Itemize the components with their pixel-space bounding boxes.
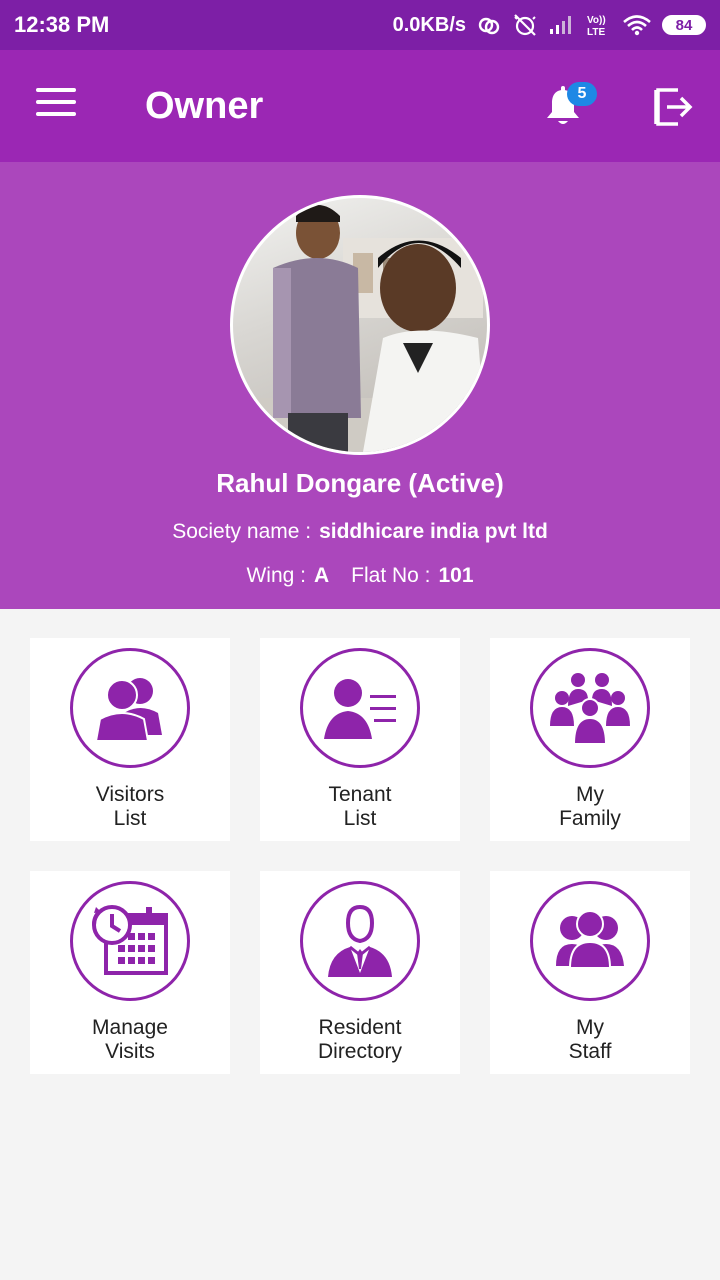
resident-icon xyxy=(300,881,420,1001)
svg-text:Vo)): Vo)) xyxy=(587,15,606,26)
visitors-list-tile[interactable]: Visitors List xyxy=(30,638,230,841)
tile-label-line2: Staff xyxy=(568,1040,612,1063)
tile-label-line1: Tenant xyxy=(328,783,392,806)
hotspot-icon xyxy=(478,17,500,35)
volte-icon: Vo)) LTE xyxy=(587,15,606,37)
tenant-list-icon xyxy=(300,648,420,768)
society-label: Society name : xyxy=(172,520,312,543)
tile-label-line1: Resident xyxy=(318,1016,402,1039)
tile-label-line2: List xyxy=(113,807,147,830)
wing-flat-line: Wing : A Flat No : 101 xyxy=(0,564,720,588)
logout-icon[interactable] xyxy=(652,86,694,128)
signal-icon xyxy=(550,16,571,34)
manage-visits-tile[interactable]: Manage Visits xyxy=(30,871,230,1074)
svg-text:LTE: LTE xyxy=(587,27,605,37)
tile-label-line2: List xyxy=(343,807,377,830)
app-bar: Owner 5 xyxy=(0,50,720,162)
staff-icon xyxy=(530,881,650,1001)
status-bar: 12:38 PM 0.0KB/s Vo)) LTE 84 xyxy=(0,0,720,50)
society-line: Society name : siddhicare india pvt ltd xyxy=(0,520,720,544)
visitors-icon xyxy=(70,648,190,768)
wing-value: A xyxy=(313,564,330,587)
status-time: 12:38 PM xyxy=(14,12,110,37)
tile-label-line1: Visitors xyxy=(95,783,165,806)
menu-icon[interactable] xyxy=(36,88,76,122)
tile-label-line1: Manage xyxy=(92,1016,168,1039)
calendar-clock-icon xyxy=(70,881,190,1001)
family-icon xyxy=(530,648,650,768)
tile-label-line1: My xyxy=(576,783,604,806)
flat-label: Flat No : xyxy=(351,564,431,587)
tile-label-line2: Family xyxy=(559,807,621,830)
flat-value: 101 xyxy=(438,564,474,587)
alarm-off-icon xyxy=(514,14,536,36)
wifi-icon xyxy=(623,15,651,36)
my-family-tile[interactable]: My Family xyxy=(490,638,690,841)
resident-directory-tile[interactable]: Resident Directory xyxy=(260,871,460,1074)
tile-label-line1: My xyxy=(576,1016,604,1039)
profile-name: Rahul Dongare (Active) xyxy=(216,468,504,498)
tenant-list-tile[interactable]: Tenant List xyxy=(260,638,460,841)
profile-header: Rahul Dongare (Active) Society name : sid… xyxy=(0,162,720,609)
avatar[interactable] xyxy=(230,195,490,455)
wing-label: Wing : xyxy=(246,564,306,587)
battery-icon: 84 xyxy=(662,15,706,35)
notification-badge: 5 xyxy=(567,82,597,106)
society-value: siddhicare india pvt ltd xyxy=(319,520,548,543)
my-staff-tile[interactable]: My Staff xyxy=(490,871,690,1074)
network-speed: 0.0KB/s xyxy=(392,13,466,36)
tile-label-line2: Visits xyxy=(105,1040,155,1063)
tile-label-line2: Directory xyxy=(317,1040,402,1063)
page-title: Owner xyxy=(145,85,264,127)
